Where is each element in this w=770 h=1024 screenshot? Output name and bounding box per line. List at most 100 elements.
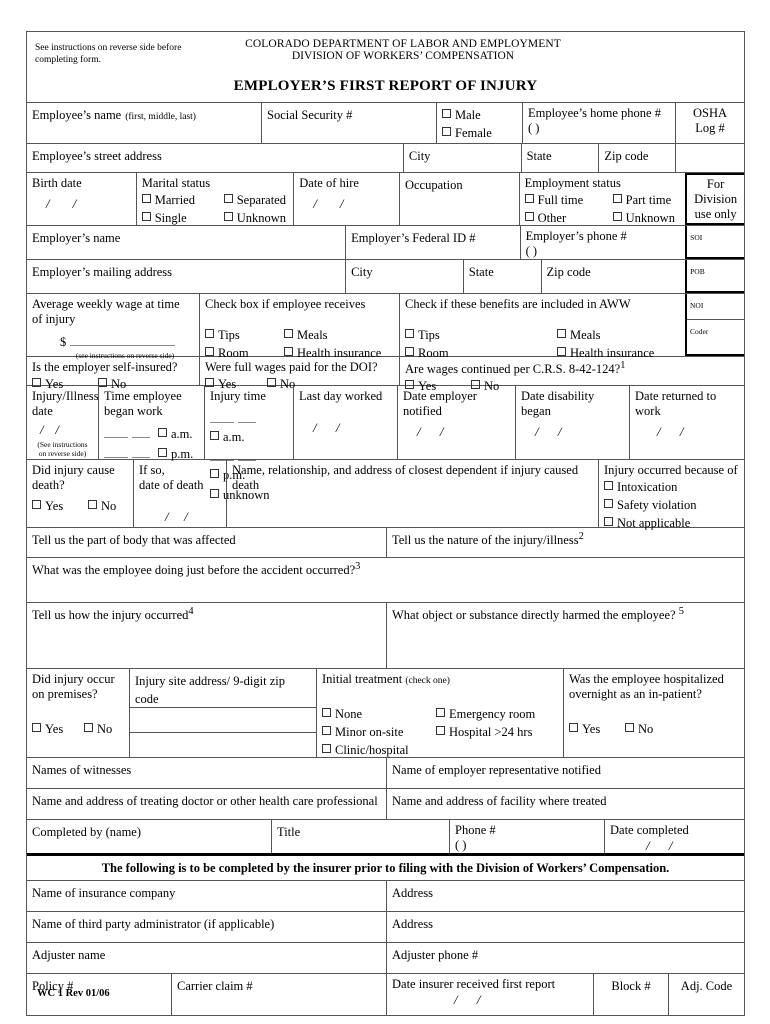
employment-fulltime-option[interactable]: Full time bbox=[524, 193, 609, 208]
checkbox-icon[interactable] bbox=[557, 346, 566, 356]
checkbox-icon[interactable] bbox=[88, 500, 97, 510]
time-began-minute-input[interactable] bbox=[132, 427, 150, 439]
date-employer-notified-field[interactable]: Date employer notified / / bbox=[398, 385, 516, 459]
included-tips-option[interactable]: Tips bbox=[405, 328, 553, 343]
time-began-am-option[interactable]: a.m. bbox=[158, 427, 193, 442]
birth-date-value[interactable]: / / bbox=[46, 196, 131, 212]
employment-unknown-option[interactable]: Unknown bbox=[612, 211, 675, 226]
marital-separated-option[interactable]: Separated bbox=[223, 193, 286, 208]
division-code-coder[interactable]: Coder bbox=[687, 320, 744, 353]
date-disability-value[interactable]: / / bbox=[535, 424, 624, 440]
injury-time-minute-input[interactable] bbox=[238, 412, 256, 423]
checkbox-icon[interactable] bbox=[405, 346, 414, 356]
employment-parttime-option[interactable]: Part time bbox=[612, 193, 671, 208]
marital-unknown-option[interactable]: Unknown bbox=[223, 211, 286, 226]
ssn-field[interactable]: Social Security # bbox=[262, 102, 437, 143]
checkbox-icon[interactable] bbox=[442, 108, 451, 118]
employee-street-field[interactable]: Employee’s street address bbox=[27, 143, 404, 172]
employment-status-field[interactable]: Employment status Full time Part time Ot… bbox=[520, 173, 686, 225]
initial-treatment-field[interactable]: Initial treatment (check one) None Emerg… bbox=[317, 668, 564, 758]
employment-other-option[interactable]: Other bbox=[524, 211, 609, 226]
checkbox-icon[interactable] bbox=[405, 328, 414, 338]
checkbox-icon[interactable] bbox=[604, 480, 613, 490]
checkbox-icon[interactable] bbox=[210, 430, 219, 440]
nature-of-injury-field[interactable]: Tell us the nature of the injury/illness… bbox=[387, 528, 744, 557]
marital-status-field[interactable]: Marital status Married Separated Single … bbox=[137, 172, 295, 226]
injury-time-hour-input[interactable] bbox=[210, 412, 234, 423]
injury-caused-death-field[interactable]: Did injury cause death? Yes No bbox=[27, 459, 134, 527]
aww-value-input[interactable] bbox=[70, 335, 176, 347]
checkbox-icon[interactable] bbox=[604, 516, 613, 526]
injury-date-value[interactable]: / / bbox=[40, 422, 93, 438]
injury-time-field[interactable]: Injury time a.m. p.m. unknown bbox=[205, 385, 294, 502]
on-premises-no-option[interactable]: No bbox=[84, 722, 112, 737]
closest-dependent-field[interactable]: Name, relationship, and address of close… bbox=[227, 459, 599, 527]
injury-time-am-option[interactable]: a.m. bbox=[210, 430, 245, 445]
date-completed-value[interactable]: / / bbox=[646, 838, 739, 854]
checkbox-icon[interactable] bbox=[158, 428, 167, 438]
sex-female-option[interactable]: Female bbox=[442, 126, 492, 141]
employer-name-field[interactable]: Employer’s name bbox=[27, 225, 347, 259]
checkbox-icon[interactable] bbox=[32, 500, 41, 510]
employer-phone-field[interactable]: Employer’s phone # ( ) bbox=[521, 226, 686, 259]
time-began-hour-input[interactable] bbox=[104, 427, 128, 439]
date-notified-value[interactable]: / / bbox=[417, 424, 510, 440]
checkbox-icon[interactable] bbox=[625, 723, 634, 733]
division-code-soi[interactable]: SOI bbox=[685, 225, 744, 259]
date-returned-value[interactable]: / / bbox=[657, 424, 739, 440]
checkbox-icon[interactable] bbox=[284, 346, 293, 356]
checkbox-icon[interactable] bbox=[223, 193, 233, 203]
checkbox-icon[interactable] bbox=[442, 126, 451, 136]
marital-single-option[interactable]: Single bbox=[141, 211, 220, 226]
included-meals-option[interactable]: Meals bbox=[557, 328, 601, 343]
occupation-field[interactable]: Occupation bbox=[400, 172, 520, 225]
adjuster-phone-field[interactable]: Adjuster phone # bbox=[387, 943, 744, 973]
time-began-hour-input-pm[interactable] bbox=[104, 447, 128, 459]
tpa-field[interactable]: Name of third party administrator (if ap… bbox=[27, 911, 387, 942]
date-returned-to-work-field[interactable]: Date returned to work / / bbox=[630, 386, 744, 459]
checkbox-icon[interactable] bbox=[223, 211, 233, 221]
checkbox-icon[interactable] bbox=[158, 448, 167, 458]
division-code-noi[interactable]: NOI bbox=[687, 294, 744, 320]
last-day-worked-value[interactable]: / / bbox=[313, 420, 392, 436]
employee-city-field[interactable]: City bbox=[404, 143, 522, 172]
factor-safety-violation-option[interactable]: Safety violation bbox=[604, 498, 697, 513]
hospitalized-yes-option[interactable]: Yes bbox=[569, 722, 621, 737]
checkbox-icon[interactable] bbox=[284, 328, 293, 338]
employee-home-phone-field[interactable]: Employee’s home phone # ( ) bbox=[523, 102, 676, 143]
sex-field[interactable]: Male Female bbox=[437, 102, 523, 143]
harmful-object-field[interactable]: What object or substance directly harmed… bbox=[387, 603, 744, 668]
date-of-hire-field[interactable]: Date of hire / / bbox=[294, 172, 400, 225]
date-completed-field[interactable]: Date completed / / bbox=[605, 820, 744, 853]
completer-phone-field[interactable]: Phone # ( ) bbox=[450, 819, 605, 853]
cause-death-no-option[interactable]: No bbox=[88, 499, 116, 514]
checkbox-icon[interactable] bbox=[524, 211, 534, 221]
injury-site-address-line-2[interactable] bbox=[130, 731, 316, 756]
checkbox-icon[interactable] bbox=[569, 723, 578, 733]
completed-by-field[interactable]: Completed by (name) bbox=[27, 819, 272, 853]
marital-married-option[interactable]: Married bbox=[141, 193, 220, 208]
treatment-emergency-room-option[interactable]: Emergency room bbox=[436, 707, 535, 722]
carrier-claim-field[interactable]: Carrier claim # bbox=[172, 973, 387, 1015]
insurance-company-address-field[interactable]: Address bbox=[387, 881, 744, 911]
date-of-hire-value[interactable]: / / bbox=[313, 196, 394, 212]
employer-fein-field[interactable]: Employer’s Federal ID # bbox=[346, 225, 521, 259]
sex-male-option[interactable]: Male bbox=[442, 108, 481, 123]
completer-title-field[interactable]: Title bbox=[272, 819, 450, 853]
tpa-address-field[interactable]: Address bbox=[387, 912, 744, 942]
checkbox-icon[interactable] bbox=[32, 723, 41, 733]
checkbox-icon[interactable] bbox=[322, 708, 331, 718]
checkbox-icon[interactable] bbox=[436, 708, 445, 718]
how-injury-occurred-field[interactable]: Tell us how the injury occurred4 bbox=[27, 602, 387, 668]
checkbox-icon[interactable] bbox=[604, 498, 613, 508]
adjuster-name-field[interactable]: Adjuster name bbox=[27, 942, 387, 973]
insurance-company-field[interactable]: Name of insurance company bbox=[27, 880, 387, 911]
adj-code-field[interactable]: Adj. Code bbox=[669, 974, 744, 1015]
treatment-clinic-hospital-option[interactable]: Clinic/hospital bbox=[322, 743, 409, 758]
treatment-hospital-24hrs-option[interactable]: Hospital >24 hrs bbox=[436, 725, 532, 740]
checkbox-icon[interactable] bbox=[141, 193, 151, 203]
employer-mailing-field[interactable]: Employer’s mailing address bbox=[27, 259, 347, 293]
employer-state-field[interactable]: State bbox=[464, 259, 542, 293]
injury-cause-factor-field[interactable]: Injury occurred because of Intoxication … bbox=[599, 460, 744, 530]
part-of-body-field[interactable]: Tell us the part of body that was affect… bbox=[27, 527, 387, 557]
